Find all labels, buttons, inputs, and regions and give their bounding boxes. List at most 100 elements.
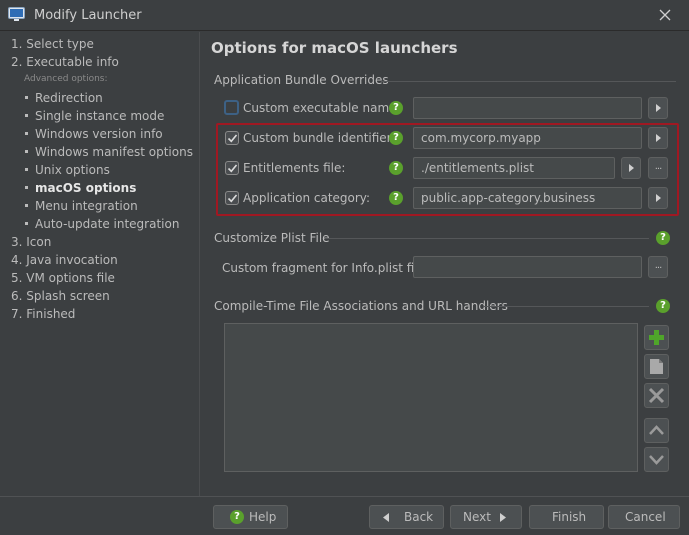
bullet-icon [25,96,28,99]
plist-section-title: Customize Plist File [214,231,330,245]
custom-executable-name-checkbox[interactable] [224,100,239,115]
cancel-button-label: Cancel [625,510,666,524]
step-menu-integration[interactable]: Menu integration [25,199,138,213]
entitlements-file-arrow-button[interactable] [621,157,641,179]
step-vm-options-file[interactable]: 5. VM options file [11,271,115,285]
step-label: Single instance mode [35,109,165,123]
file-associations-section-title: Compile-Time File Associations and URL h… [214,299,508,313]
step-label: Windows manifest options [35,145,193,159]
back-button[interactable]: Back [369,505,444,529]
custom-bundle-identifier-arrow-button[interactable] [648,127,668,149]
finish-button[interactable]: Finish [529,505,604,529]
application-category-checkbox[interactable] [225,191,239,205]
application-category-arrow-button[interactable] [648,187,668,209]
custom-executable-name-arrow-button[interactable] [648,97,668,119]
step-executable-info[interactable]: 2. Executable info [11,55,119,69]
section-divider [381,81,676,82]
app-icon [8,7,25,21]
finish-button-label: Finish [552,510,587,524]
window-title: Modify Launcher [34,8,142,23]
play-arrow-icon [656,194,661,202]
step-finished[interactable]: 7. Finished [11,307,75,321]
step-windows-version-info[interactable]: Windows version info [25,127,163,141]
plist-fragment-field[interactable] [413,256,642,278]
next-arrow-icon [500,513,506,522]
add-association-button[interactable] [644,325,669,350]
help-button-label: Help [249,510,277,524]
page-title: Options for macOS launchers [211,39,458,57]
delete-x-icon [648,387,665,404]
file-associations-list[interactable] [224,323,638,472]
bundle-overrides-section-title: Application Bundle Overrides [214,73,389,87]
help-icon[interactable]: ? [389,101,403,115]
help-icon[interactable]: ? [389,161,403,175]
step-splash-screen[interactable]: 6. Splash screen [11,289,110,303]
section-divider [325,238,649,239]
play-arrow-icon [656,134,661,142]
custom-executable-name-field[interactable] [413,97,642,119]
step-icon[interactable]: 3. Icon [11,235,51,249]
advanced-options-label: Advanced options: [24,74,108,84]
bullet-icon [25,168,28,171]
step-label: macOS options [35,181,137,195]
application-category-label: Application category: [243,191,371,205]
step-label: Menu integration [35,199,138,213]
delete-association-button[interactable] [644,383,669,408]
checkmark-icon [227,134,238,143]
bullet-icon [25,114,28,117]
step-label: Auto-update integration [35,217,180,231]
back-button-label: Back [404,510,434,524]
custom-executable-name-label: Custom executable name: [243,101,401,115]
title-bar: Modify Launcher [0,0,689,31]
help-icon[interactable]: ? [389,131,403,145]
step-auto-update-integration[interactable]: Auto-update integration [25,217,179,231]
move-down-button[interactable] [644,447,669,472]
plist-fragment-label: Custom fragment for Info.plist file: [222,261,430,275]
entitlements-file-browse-button[interactable]: ... [648,157,668,179]
step-unix-options[interactable]: Unix options [25,163,110,177]
step-label: Redirection [35,91,103,105]
bullet-icon [25,204,28,207]
cancel-button[interactable]: Cancel [608,505,680,529]
step-label: Windows version info [35,127,163,141]
plist-fragment-browse-button[interactable]: ... [648,256,668,278]
step-java-invocation[interactable]: 4. Java invocation [11,253,118,267]
bullet-icon [25,186,28,189]
move-up-button[interactable] [644,418,669,443]
wizard-steps-sidebar: 1. Select type 2. Executable info Advanc… [0,32,200,496]
application-category-field[interactable]: public.app-category.business [413,187,642,209]
options-panel: Options for macOS launchers Application … [201,32,689,496]
step-select-type[interactable]: 1. Select type [11,37,94,51]
step-single-instance-mode[interactable]: Single instance mode [25,109,164,123]
help-icon[interactable]: ? [656,231,670,245]
chevron-up-icon [649,425,664,435]
entitlements-file-checkbox[interactable] [225,161,239,175]
section-divider [483,306,649,307]
close-icon[interactable] [656,6,674,24]
help-icon[interactable]: ? [389,191,403,205]
plus-icon [649,330,664,345]
step-label: Unix options [35,163,110,177]
bullet-icon [25,222,28,225]
chevron-down-icon [649,455,664,465]
custom-bundle-identifier-field[interactable]: com.mycorp.myapp [413,127,642,149]
footer-bar: ? Help Back Next Finish Cancel [0,496,689,535]
play-arrow-icon [629,164,634,172]
entitlements-file-field[interactable]: ./entitlements.plist [413,157,615,179]
ellipsis-icon: ... [654,161,663,172]
ellipsis-icon: ... [654,260,663,271]
bullet-icon [25,132,28,135]
step-windows-manifest-options[interactable]: Windows manifest options [25,145,193,159]
next-button[interactable]: Next [450,505,522,529]
step-macos-options[interactable]: macOS options [25,181,136,195]
back-arrow-icon [383,513,389,522]
help-button[interactable]: ? Help [213,505,288,529]
checkmark-icon [227,194,238,203]
step-redirection[interactable]: Redirection [25,91,103,105]
next-button-label: Next [463,510,491,524]
edit-association-button[interactable] [644,354,669,379]
bullet-icon [25,150,28,153]
custom-bundle-identifier-checkbox[interactable] [225,131,239,145]
custom-bundle-identifier-label: Custom bundle identifier: [243,131,396,145]
help-icon[interactable]: ? [656,299,670,313]
